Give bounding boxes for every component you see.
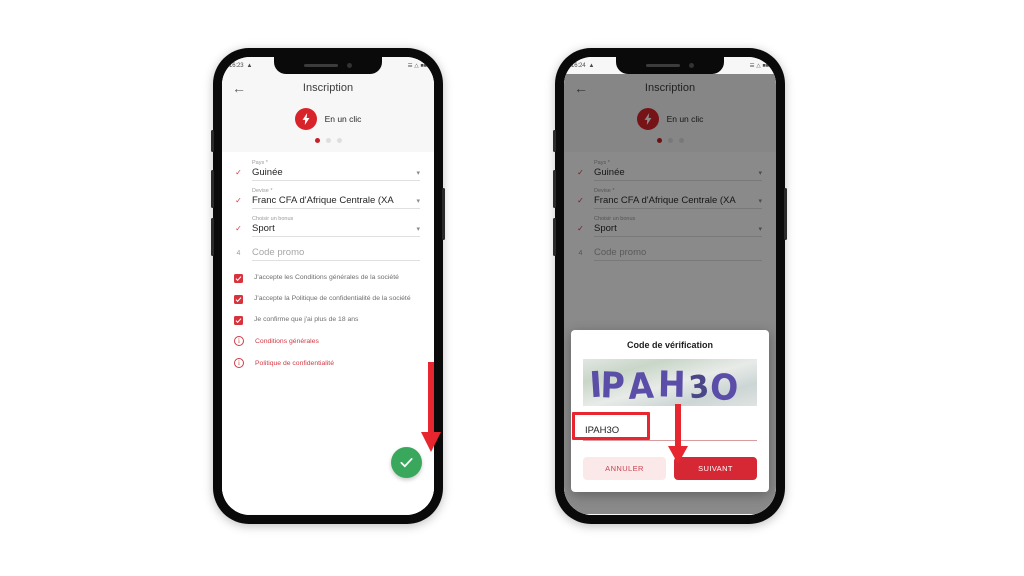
- svg-text:3: 3: [687, 368, 710, 406]
- signal-icon: △: [414, 62, 419, 69]
- link-terms[interactable]: i Conditions générales: [234, 336, 420, 346]
- battery-icon: ■■: [420, 62, 428, 69]
- volume-up-button[interactable]: [553, 170, 556, 208]
- chevron-down-icon[interactable]: ▾: [416, 197, 420, 207]
- volume-down-button[interactable]: [553, 218, 556, 256]
- phone-notch: [274, 57, 382, 74]
- svg-text:H: H: [658, 364, 686, 406]
- notification-icon: ▲: [246, 62, 253, 69]
- notification-icon: ▲: [588, 62, 595, 69]
- volume-up-button[interactable]: [211, 170, 214, 208]
- front-camera-icon: [347, 63, 352, 68]
- cancel-button[interactable]: ANNULER: [583, 457, 666, 480]
- valid-check-icon: ✓: [235, 196, 242, 205]
- wifi-icon: ☰: [407, 62, 413, 69]
- highlight-captcha-input: [572, 412, 650, 440]
- wifi-icon: ☰: [749, 62, 755, 69]
- signal-icon: △: [756, 62, 761, 69]
- phone-left-display: 16:23 ▲ ☰ △ ■■ ← Inscription En un clic …: [222, 57, 434, 515]
- svg-text:A: A: [627, 365, 655, 406]
- phone-notch: [616, 57, 724, 74]
- promo-code-placeholder: Code promo: [252, 247, 305, 258]
- valid-check-icon: ✓: [235, 168, 242, 177]
- chevron-down-icon[interactable]: ▾: [416, 169, 420, 179]
- field-label-country: Pays *: [252, 160, 268, 166]
- field-country[interactable]: ✓ Pays * Guinée ▾: [234, 160, 420, 181]
- field-value-currency: Franc CFA d'Afrique Centrale (XA: [252, 195, 394, 206]
- status-bar-icons: ☰ △ ■■: [749, 62, 770, 69]
- silent-switch[interactable]: [553, 130, 556, 152]
- checkbox-terms[interactable]: J'accepte les Conditions générales de la…: [234, 273, 420, 283]
- pagination-dots: [222, 134, 434, 152]
- dialog-title: Code de vérification: [626, 340, 714, 350]
- info-icon: i: [234, 336, 244, 346]
- checkbox-age[interactable]: Je confirme que j'ai plus de 18 ans: [234, 315, 420, 325]
- captcha-image: I P A H 3 O: [583, 359, 757, 406]
- checkbox-privacy[interactable]: J'accepte la Politique de confidentialit…: [234, 294, 420, 304]
- status-bar-time: 16:23: [229, 62, 244, 69]
- field-bonus[interactable]: ✓ Choisir un bonus Sport ▾: [234, 216, 420, 237]
- field-promo-code[interactable]: 4 Code promo: [234, 247, 420, 261]
- back-arrow-icon[interactable]: ←: [232, 81, 246, 95]
- lightning-bolt-icon: [294, 108, 317, 130]
- arrow-to-submit-fab: [418, 362, 444, 454]
- link-terms-label: Conditions générales: [255, 337, 319, 345]
- pagination-dot-2[interactable]: [325, 138, 331, 143]
- status-bar-time: 16:24: [571, 62, 586, 69]
- link-privacy[interactable]: i Politique de confidentialité: [234, 358, 420, 368]
- status-bar: 16:24 ▲ ☰ △ ■■: [564, 57, 776, 74]
- android-nav-bar: ↶: [564, 514, 776, 515]
- checkbox-terms-label: J'accepte les Conditions générales de la…: [254, 274, 399, 281]
- valid-check-icon: ✓: [235, 224, 242, 233]
- arrow-to-next-button: [665, 404, 691, 466]
- checkbox-checked-icon[interactable]: [234, 316, 243, 325]
- promo-marker-icon: 4: [236, 250, 241, 257]
- app-bar: ← Inscription: [222, 74, 434, 102]
- field-label-currency: Devise *: [252, 188, 273, 194]
- field-value-country: Guinée: [252, 167, 283, 178]
- field-label-bonus: Choisir un bonus: [252, 216, 294, 222]
- chevron-down-icon[interactable]: ▾: [416, 225, 420, 235]
- brand-row: En un clic: [222, 102, 434, 134]
- field-value-bonus: Sport: [252, 223, 275, 234]
- info-icon: i: [234, 358, 244, 368]
- checkbox-checked-icon[interactable]: [234, 295, 243, 304]
- pagination-dot-1[interactable]: [314, 138, 320, 143]
- svg-text:O: O: [709, 366, 740, 406]
- battery-icon: ■■: [762, 62, 770, 69]
- link-privacy-label: Politique de confidentialité: [255, 359, 334, 367]
- android-nav-bar: ↶: [222, 514, 434, 515]
- front-camera-icon: [689, 63, 694, 68]
- silent-switch[interactable]: [211, 130, 214, 152]
- checkbox-privacy-label: J'accepte la Politique de confidentialit…: [254, 295, 411, 302]
- svg-text:P: P: [600, 365, 626, 406]
- app-screen-left: ← Inscription En un clic ✓ Pays * Guinée…: [222, 74, 434, 514]
- page-title: Inscription: [302, 82, 354, 94]
- earpiece-speaker: [304, 63, 338, 68]
- power-button[interactable]: [442, 188, 445, 240]
- field-currency[interactable]: ✓ Devise * Franc CFA d'Afrique Centrale …: [234, 188, 420, 209]
- volume-down-button[interactable]: [211, 218, 214, 256]
- earpiece-speaker: [646, 63, 680, 68]
- phone-left: 16:23 ▲ ☰ △ ■■ ← Inscription En un clic …: [211, 48, 445, 524]
- checkbox-checked-icon[interactable]: [234, 274, 243, 283]
- status-bar-icons: ☰ △ ■■: [407, 62, 428, 69]
- brand-label: En un clic: [324, 114, 362, 124]
- status-bar: 16:23 ▲ ☰ △ ■■: [222, 57, 434, 74]
- checkbox-age-label: Je confirme que j'ai plus de 18 ans: [254, 316, 359, 323]
- power-button[interactable]: [784, 188, 787, 240]
- screenshot-canvas: 16:23 ▲ ☰ △ ■■ ← Inscription En un clic …: [0, 0, 1024, 576]
- pagination-dot-3[interactable]: [336, 138, 342, 143]
